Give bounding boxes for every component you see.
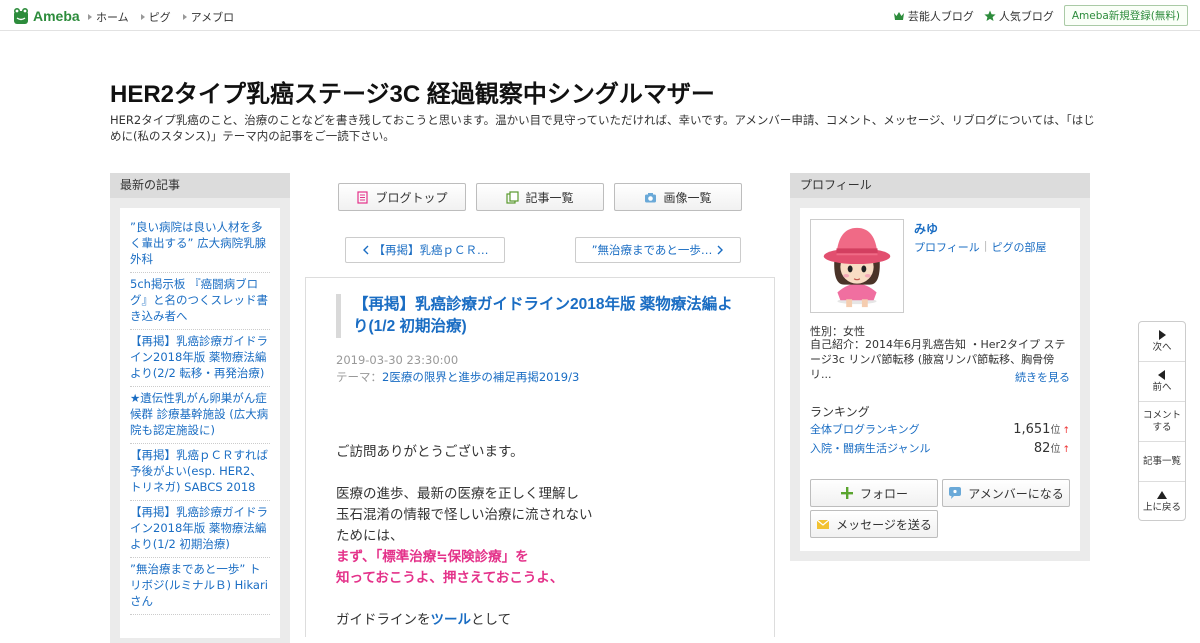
ranking-value: 82位 ↑ — [1033, 441, 1070, 456]
recent-article-link[interactable]: 【再掲】乳癌診療ガイドライン2018年版 薬物療法編より(2/2 転移・再発治療… — [130, 330, 270, 387]
ranking-link[interactable]: 全体ブログランキング — [810, 421, 920, 437]
body-line: ためには、 — [336, 528, 404, 544]
recent-articles-heading: 最新の記事 — [110, 173, 290, 198]
recent-article-link[interactable]: 【再掲】乳癌ｐＣＲすれば予後がよい(esp. HER2、トリネガ) SABCS … — [130, 444, 270, 501]
body-line: 医療の進歩、最新の医療を正しく理解し — [336, 486, 579, 502]
recent-article-link[interactable]: 【再掲】乳癌診療ガイドライン2018年版 薬物療法編より(1/2 初期治療) — [130, 501, 270, 558]
side-comment-button[interactable]: コメント する — [1139, 402, 1185, 442]
blog-description: HER2タイプ乳癌のこと、治療のことなどを書き残しておこうと思います。温かい目で… — [110, 113, 1095, 143]
article-list-button[interactable]: 記事一覧 — [476, 183, 604, 211]
nav-ameblo[interactable]: アメブロ — [182, 9, 234, 25]
profile-content: みゆ プロフィール | ピグの部屋 性別：女性 自己紹介：2014年6月乳癌告知… — [800, 208, 1080, 551]
pig-room-link[interactable]: ピグの部屋 — [992, 239, 1047, 255]
triangle-icon — [140, 14, 145, 20]
nav-pig[interactable]: ピグ — [140, 9, 171, 25]
profile-links: プロフィール | ピグの部屋 — [914, 239, 1047, 255]
ranking-link[interactable]: 入院・闘病生活ジャンル — [810, 440, 930, 456]
play-right-icon — [1159, 329, 1166, 340]
triangle-icon — [182, 14, 187, 20]
global-header: Ameba ホーム ピグ アメブロ 芸能人ブログ 人気ブログ Ameba新規登録… — [0, 0, 1200, 31]
triangle-icon — [88, 14, 92, 20]
star-icon — [984, 10, 996, 21]
chevron-right-icon — [717, 245, 724, 255]
up-arrow-icon: ↑ — [1062, 426, 1070, 436]
send-message-button[interactable]: メッセージを送る — [810, 510, 938, 538]
blog-top-button[interactable]: ブログトップ — [338, 183, 466, 211]
logo-text: Ameba — [33, 8, 80, 24]
header-right: 芸能人ブログ 人気ブログ Ameba新規登録(無料) — [893, 5, 1188, 26]
ranking-row: 全体ブログランキング 1,651位 ↑ — [810, 421, 1070, 437]
recent-article-link[interactable]: ”良い病院は良い人材を多く輩出する” 広大病院乳腺外科 — [130, 216, 270, 273]
theme-link[interactable]: 2医療の限界と進歩の補足再掲2019/3 — [382, 370, 579, 384]
emphasis-line: まず、「標準治療≒保険診療」を — [336, 549, 529, 565]
article-title[interactable]: 【再掲】乳癌診療ガイドライン2018年版 薬物療法編より(1/2 初期治療) — [336, 294, 736, 338]
article-body: ご訪問ありがとうございます。 医療の進歩、最新の医療を正しく理解し 玉石混淆の情… — [336, 442, 756, 631]
ameba-frog-icon — [14, 8, 28, 24]
side-article-list-button[interactable]: 記事一覧 — [1139, 442, 1185, 482]
celebrity-blog-link[interactable]: 芸能人ブログ — [893, 8, 974, 24]
image-list-button[interactable]: 画像一覧 — [614, 183, 742, 211]
avatar[interactable] — [810, 219, 904, 313]
nav-home[interactable]: ホーム — [88, 9, 129, 25]
ameba-logo[interactable]: Ameba — [12, 6, 80, 26]
side-prev-button[interactable]: 前へ — [1139, 362, 1185, 402]
article-date: 2019-03-30 23:30:00 — [336, 353, 459, 367]
article-theme: テーマ：2医療の限界と進歩の補足再掲2019/3 — [336, 370, 580, 384]
chevron-left-icon — [362, 245, 368, 255]
recent-articles-panel: 最新の記事 ”良い病院は良い人材を多く輩出する” 広大病院乳腺外科 5ch掲示板… — [110, 173, 290, 643]
global-nav: ホーム ピグ アメブロ — [88, 9, 234, 25]
next-article-link[interactable]: ”無治療まであと一歩… — [575, 237, 741, 263]
floating-side-nav: 次へ 前へ コメント する 記事一覧 上に戻る — [1138, 321, 1186, 521]
ranking-title: ランキング — [810, 405, 870, 419]
recent-article-link[interactable]: ★遺伝性乳がん卵巣がん症候群 診療基幹施設 (広大病院も認定施設に) — [130, 387, 270, 444]
body-line: ご訪問ありがとうございます。 — [336, 444, 524, 460]
up-arrow-icon: ↑ — [1062, 445, 1070, 455]
emphasis-word: ツール — [430, 612, 472, 628]
amember-button[interactable]: アメンバーになる — [942, 479, 1070, 507]
read-more-link[interactable]: 続きを見る — [1015, 369, 1070, 385]
profile-link[interactable]: プロフィール — [914, 239, 980, 255]
envelope-icon — [816, 519, 830, 529]
profile-name[interactable]: みゆ — [914, 220, 938, 237]
prev-article-link[interactable]: 【再掲】乳癌ｐＣＲ… — [345, 237, 505, 263]
body-line: ガイドラインをツールとして — [336, 612, 512, 628]
separator: | — [983, 239, 988, 252]
speech-bubble-icon — [949, 487, 962, 499]
plus-icon — [840, 487, 853, 499]
copy-icon — [506, 190, 520, 204]
pig-avatar-image — [811, 220, 903, 312]
side-next-button[interactable]: 次へ — [1139, 322, 1185, 362]
triangle-up-icon — [1157, 491, 1167, 499]
popular-blog-link[interactable]: 人気ブログ — [984, 8, 1054, 24]
play-left-icon — [1158, 369, 1165, 380]
crown-icon — [893, 11, 904, 20]
recent-article-link[interactable]: 5ch掲示板 『癌闘病ブログ』と名のつくスレッド書き込み者へ — [130, 273, 270, 330]
blog-title[interactable]: HER2タイプ乳癌ステージ3C 経過観察中シングルマザー — [110, 74, 715, 109]
profile-heading: プロフィール — [790, 173, 1090, 198]
recent-articles-list: ”良い病院は良い人材を多く輩出する” 広大病院乳腺外科 5ch掲示板 『癌闘病ブ… — [130, 216, 270, 615]
register-button[interactable]: Ameba新規登録(無料) — [1063, 5, 1188, 26]
emphasis-line: 知っておこうよ、押さえておこうよ、 — [336, 570, 564, 586]
recent-articles-list-container: ”良い病院は良い人材を多く輩出する” 広大病院乳腺外科 5ch掲示板 『癌闘病ブ… — [120, 208, 280, 638]
camera-icon — [645, 192, 657, 202]
follow-button[interactable]: フォロー — [810, 479, 938, 507]
body-line: 玉石混淆の情報で怪しい治療に流されない — [336, 507, 593, 523]
document-icon — [357, 190, 369, 204]
article: 【再掲】乳癌診療ガイドライン2018年版 薬物療法編より(1/2 初期治療) 2… — [305, 277, 775, 637]
profile-panel: プロフィール みゆ プロフィール | ピグの部屋 性別：女性 自己紹介：2014… — [790, 173, 1090, 561]
recent-article-link[interactable]: ”無治療まであと一歩” トリボジ(ルミナルＢ) Hikariさん — [130, 558, 270, 615]
ranking-row: 入院・闘病生活ジャンル 82位 ↑ — [810, 440, 1070, 456]
ranking-value: 1,651位 ↑ — [1013, 422, 1070, 437]
side-back-to-top-button[interactable]: 上に戻る — [1139, 482, 1185, 522]
